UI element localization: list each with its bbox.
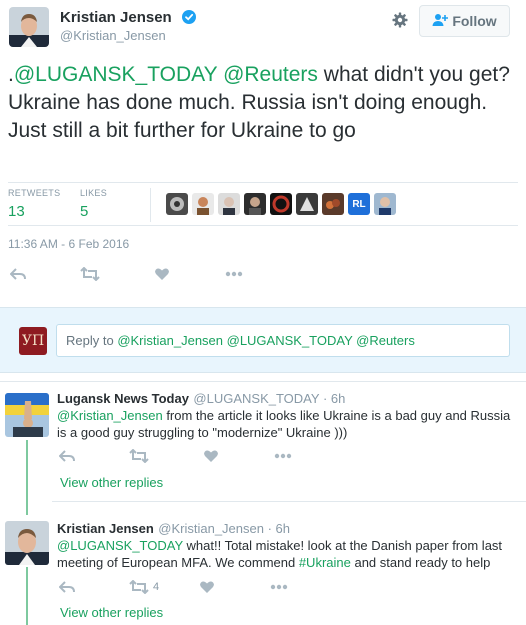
hashtag-link[interactable]: #Ukraine: [299, 555, 351, 570]
reply-icon[interactable]: [8, 264, 28, 284]
reply-separator: ·: [319, 391, 331, 406]
liker-avatar[interactable]: [192, 193, 214, 215]
retweets-count: 13: [8, 203, 25, 220]
liker-avatar[interactable]: [218, 193, 240, 215]
reply-mentions: @Kristian_Jensen @LUGANSK_TODAY @Reuters: [117, 333, 415, 348]
author-handle[interactable]: @Kristian_Jensen: [60, 28, 166, 43]
reply-author-handle[interactable]: @LUGANSK_TODAY: [193, 391, 319, 406]
view-other-replies-link[interactable]: View other replies: [60, 605, 163, 620]
liker-avatar[interactable]: [244, 193, 266, 215]
divider: [0, 381, 526, 382]
reply-time[interactable]: 6h: [331, 391, 345, 406]
reply-author-avatar[interactable]: [5, 521, 49, 565]
reply-header: Kristian Jensen @Kristian_Jensen · 6h: [57, 520, 290, 538]
like-icon[interactable]: [197, 577, 217, 597]
retweets-label: RETWEETS: [8, 188, 61, 198]
reply-author-avatar[interactable]: [5, 393, 49, 437]
tweet-actions: [8, 264, 244, 284]
thread-line: [26, 567, 28, 625]
author-avatar[interactable]: [9, 7, 49, 47]
tweet-timestamp[interactable]: 11:36 AM - 6 Feb 2016: [8, 237, 129, 251]
retweet-icon[interactable]: [80, 264, 100, 284]
reply-author-name[interactable]: Lugansk News Today: [57, 391, 189, 406]
reply-input[interactable]: Reply to @Kristian_Jensen @LUGANSK_TODAY…: [56, 324, 510, 357]
liker-avatar[interactable]: RL: [348, 193, 370, 215]
reply-text: @Kristian_Jensen from the article it loo…: [57, 407, 512, 441]
reply-prefix: Reply to: [66, 333, 118, 348]
follow-button[interactable]: Follow: [419, 5, 510, 37]
more-icon[interactable]: [224, 264, 244, 284]
reply-author-name[interactable]: Kristian Jensen: [57, 521, 154, 536]
retweet-icon[interactable]: [129, 577, 149, 597]
like-icon[interactable]: [201, 446, 221, 466]
thread-line: [26, 440, 28, 515]
mention-link[interactable]: @Kristian_Jensen: [57, 408, 163, 423]
mention-link[interactable]: @Reuters: [223, 63, 318, 86]
follow-label: Follow: [452, 13, 497, 29]
liker-avatar[interactable]: [322, 193, 344, 215]
reply-time[interactable]: 6h: [276, 521, 290, 536]
liker-avatar[interactable]: [166, 193, 188, 215]
tweet-text: .@LUGANSK_TODAY @Reuters what didn't you…: [8, 61, 518, 145]
author-name[interactable]: Kristian Jensen: [60, 9, 172, 26]
likes-count: 5: [80, 203, 89, 220]
reply-actions: 4: [57, 577, 289, 597]
more-icon[interactable]: [269, 577, 289, 597]
liker-avatar[interactable]: [374, 193, 396, 215]
liker-avatar[interactable]: [296, 193, 318, 215]
reply-text: @LUGANSK_TODAY what!! Total mistake! loo…: [57, 537, 512, 571]
likes-stat[interactable]: LIKES 5: [80, 188, 107, 220]
follow-person-icon: [432, 13, 449, 30]
stats-divider: [150, 188, 151, 222]
reply-header: Lugansk News Today @LUGANSK_TODAY · 6h: [57, 390, 345, 408]
likes-label: LIKES: [80, 188, 108, 198]
view-other-replies-link[interactable]: View other replies: [60, 475, 163, 490]
mention-link[interactable]: @LUGANSK_TODAY: [14, 63, 217, 86]
retweet-icon[interactable]: [129, 446, 149, 466]
liker-avatar[interactable]: [270, 193, 292, 215]
liker-avatars: RL: [166, 193, 396, 215]
reply-icon[interactable]: [57, 577, 77, 597]
divider: [52, 501, 526, 502]
current-user-avatar: УП: [19, 327, 47, 355]
reply-separator: ·: [263, 521, 276, 536]
reply-author-handle[interactable]: @Kristian_Jensen: [158, 521, 264, 536]
gear-icon[interactable]: [392, 12, 408, 28]
reply-icon[interactable]: [57, 446, 77, 466]
reply-actions: [57, 446, 293, 466]
retweets-stat[interactable]: RETWEETS 13: [8, 188, 60, 220]
verified-icon: [182, 10, 196, 24]
mention-link[interactable]: @LUGANSK_TODAY: [57, 538, 183, 553]
retweet-count: 4: [153, 581, 160, 593]
like-icon[interactable]: [152, 264, 172, 284]
more-icon[interactable]: [273, 446, 293, 466]
reply-text-part: and stand ready to help: [350, 555, 491, 570]
